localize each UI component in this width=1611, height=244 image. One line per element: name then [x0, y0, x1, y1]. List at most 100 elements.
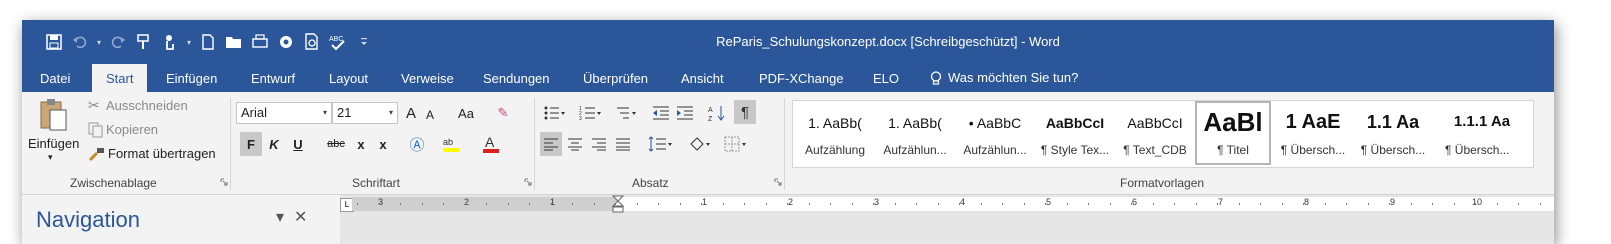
borders-button[interactable]	[722, 132, 750, 156]
style-item[interactable]: AaBbCcI ¶ Style Tex...	[1035, 101, 1115, 165]
tab-pdf-xchange[interactable]: PDF-XChange	[759, 64, 844, 92]
tab-datei[interactable]: Datei	[40, 64, 70, 92]
style-item[interactable]: 1 AaE ¶ Übersch...	[1273, 101, 1353, 165]
align-right-button[interactable]	[588, 132, 610, 156]
ruler-number: 3	[378, 197, 384, 207]
ribbon: Einfügen ▾ ✂ Ausschneiden Kopieren Forma…	[22, 92, 1554, 195]
style-preview: AaBbCcI	[1127, 115, 1183, 131]
multilevel-list-icon	[617, 107, 636, 119]
style-preview: AaBl	[1203, 107, 1263, 137]
ruler-tick	[1389, 203, 1390, 205]
indent-marker-icon[interactable]	[612, 195, 624, 213]
ruler-number: 9	[1390, 197, 1396, 207]
clipboard-dialog-launcher-icon[interactable]	[220, 178, 228, 186]
grow-font-button[interactable]: A	[402, 101, 420, 125]
highlight-color-button[interactable]: ab	[440, 132, 462, 156]
align-right-icon	[592, 138, 606, 151]
copy-button[interactable]: Kopieren	[84, 120, 214, 140]
horizontal-ruler[interactable]: 3 2 1 1 2 3 4 5 6 7 8 9 10	[352, 195, 1554, 213]
style-preview: • AaBbC	[968, 115, 1022, 131]
ruler-tick	[529, 203, 530, 205]
navigation-options-icon[interactable]: ▾	[276, 207, 284, 227]
tab-elo[interactable]: ELO	[873, 64, 899, 92]
tell-me-box[interactable]: Was möchten Sie tun?	[930, 64, 1078, 92]
ruler-number: 6	[1132, 197, 1138, 207]
svg-text:A: A	[485, 134, 495, 150]
clear-formatting-icon[interactable]: ✎	[492, 101, 514, 125]
italic-button[interactable]: K	[264, 132, 284, 156]
bold-button[interactable]: F	[240, 132, 262, 156]
paste-button[interactable]: Einfügen ▾	[26, 96, 80, 172]
tab-einfuegen[interactable]: Einfügen	[166, 64, 217, 92]
show-formatting-marks-button[interactable]: ¶	[734, 100, 756, 124]
ruler-tick	[937, 203, 939, 205]
bullets-button[interactable]	[540, 101, 568, 125]
font-size-combo[interactable]: 21 ▾	[332, 102, 398, 124]
line-spacing-icon	[648, 136, 672, 152]
increase-indent-button[interactable]	[674, 101, 696, 125]
justify-icon	[616, 138, 630, 151]
tab-layout[interactable]: Layout	[329, 64, 368, 92]
font-dialog-launcher-icon[interactable]	[524, 178, 532, 186]
tab-entwurf[interactable]: Entwurf	[251, 64, 295, 92]
sort-button[interactable]: AZ	[706, 101, 728, 125]
svg-text:ab: ab	[443, 137, 453, 147]
style-item[interactable]: 1.1 Aa ¶ Übersch...	[1353, 101, 1433, 165]
numbering-button[interactable]: 123	[576, 101, 604, 125]
style-item[interactable]: AaBbCcI ¶ Text_CDB	[1115, 101, 1195, 165]
multilevel-list-button[interactable]	[612, 101, 640, 125]
change-case-button[interactable]: Aa	[452, 101, 480, 125]
line-spacing-button[interactable]	[646, 132, 674, 156]
brush-icon	[88, 148, 104, 162]
justify-button[interactable]	[612, 132, 634, 156]
font-color-button[interactable]: A	[480, 132, 502, 156]
underline-button[interactable]: U	[288, 132, 308, 156]
paint-bucket-icon	[690, 137, 710, 151]
ruler-tick	[1238, 203, 1240, 205]
style-item[interactable]: 1. AaBb( Aufzählung	[795, 101, 875, 165]
decrease-indent-icon	[653, 106, 669, 120]
style-item-selected[interactable]: AaBl ¶ Titel	[1195, 101, 1271, 165]
font-family-combo[interactable]: Arial ▾	[236, 102, 332, 124]
align-center-button[interactable]	[564, 132, 586, 156]
tab-verweise[interactable]: Verweise	[401, 64, 454, 92]
close-icon[interactable]: ✕	[294, 207, 307, 227]
decrease-indent-button[interactable]	[650, 101, 672, 125]
style-item[interactable]: • AaBbC Aufzählun...	[955, 101, 1035, 165]
tab-sendungen[interactable]: Sendungen	[483, 64, 550, 92]
ruler-tick	[1131, 203, 1132, 205]
copy-icon	[88, 122, 103, 138]
paste-dropdown-icon[interactable]: ▾	[48, 152, 53, 163]
ruler-tick	[615, 203, 616, 205]
ruler-margin	[352, 197, 618, 211]
ruler-tick	[1002, 203, 1003, 205]
ruler-tick	[507, 203, 509, 205]
style-name: Aufzählun...	[963, 143, 1027, 157]
paragraph-dialog-launcher-icon[interactable]	[774, 178, 782, 186]
style-item[interactable]: 1. AaBb( Aufzählun...	[875, 101, 955, 165]
styles-group-label: Formatvorlagen	[1120, 176, 1205, 190]
style-name: ¶ Text_CDB	[1123, 143, 1187, 157]
tab-start[interactable]: Start	[92, 64, 148, 92]
cut-button[interactable]: ✂ Ausschneiden	[84, 96, 214, 116]
ruler-tick	[1217, 203, 1218, 205]
ruler-tick	[1539, 203, 1541, 205]
style-item[interactable]: 1.1.1 Aa ¶ Übersch...	[1433, 101, 1531, 165]
font-group-label: Schriftart	[352, 176, 401, 190]
strikethrough-button[interactable]: abc	[324, 132, 348, 156]
shading-button[interactable]	[686, 132, 714, 156]
superscript-button[interactable]: x	[374, 132, 392, 156]
shrink-font-button[interactable]: A	[422, 103, 438, 127]
ruler-tick	[701, 203, 702, 205]
tab-ueberpruefen[interactable]: Überprüfen	[583, 64, 648, 92]
text-effects-icon[interactable]: Ⓐ	[406, 132, 428, 156]
ruler-number: 2	[788, 197, 794, 207]
paste-icon	[40, 99, 67, 131]
format-painter-label: Format übertragen	[108, 146, 216, 161]
tab-ansicht[interactable]: Ansicht	[681, 64, 724, 92]
align-left-button[interactable]	[540, 132, 562, 156]
format-painter-button[interactable]: Format übertragen	[84, 144, 234, 164]
ruler-tick	[851, 203, 853, 205]
subscript-button[interactable]: x	[352, 132, 370, 156]
group-separator	[784, 98, 785, 190]
